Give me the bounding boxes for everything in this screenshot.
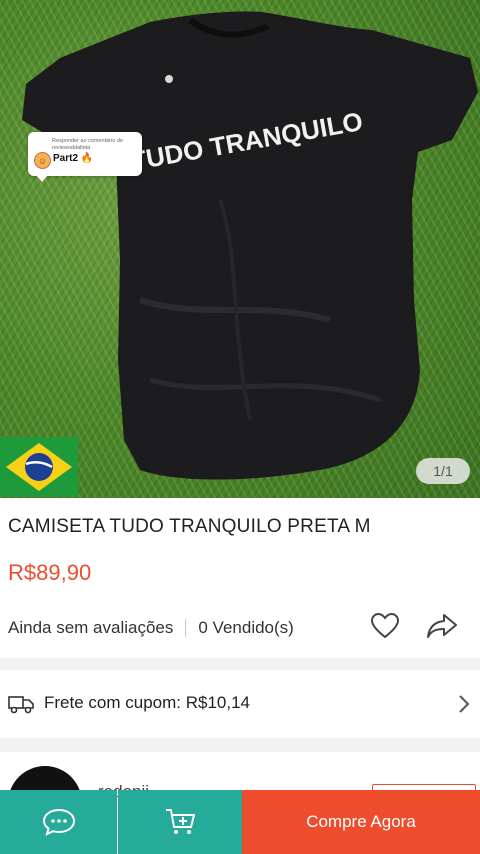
- chat-icon: [42, 808, 75, 836]
- reply-small-text: Responder ao comentário de reviewoddalle…: [52, 138, 123, 151]
- stats-divider: [185, 619, 187, 637]
- share-icon[interactable]: [426, 612, 458, 645]
- tshirt-photo: TUDO TRANQUILO: [22, 11, 478, 480]
- sold-count: 0 Vendido(s): [198, 618, 294, 637]
- product-title: CAMISETA TUDO TRANQUILO PRETA M: [8, 516, 371, 537]
- product-image[interactable]: TUDO TRANQUILO Responder ao comentário d…: [0, 0, 480, 498]
- truck-icon: [8, 694, 34, 719]
- bottom-action-bar: Compre Agora: [0, 790, 480, 854]
- reply-comment-badge[interactable]: Responder ao comentário de reviewoddalle…: [28, 132, 142, 182]
- brazil-flag-icon: [0, 437, 78, 497]
- section-divider: [0, 658, 480, 670]
- add-to-cart-icon: [166, 809, 195, 834]
- buy-now-button[interactable]: Compre Agora: [242, 790, 480, 854]
- heart-icon[interactable]: [370, 612, 400, 645]
- section-divider: [0, 738, 480, 752]
- reply-main-text: Part2 🔥: [53, 153, 94, 164]
- reply-avatar-icon: ☺: [34, 152, 51, 169]
- chevron-right-icon[interactable]: [458, 694, 470, 719]
- ratings-text[interactable]: Ainda sem avaliações: [8, 618, 173, 638]
- add-to-cart-button[interactable]: [118, 790, 242, 854]
- shipping-text: Frete com cupom: R$10,14: [44, 693, 250, 712]
- chat-button[interactable]: [0, 790, 117, 854]
- product-stats: Ainda sem avaliações 0 Vendido(s): [8, 616, 294, 640]
- product-price: R$89,90: [8, 560, 92, 585]
- image-counter: 1/1: [416, 458, 470, 484]
